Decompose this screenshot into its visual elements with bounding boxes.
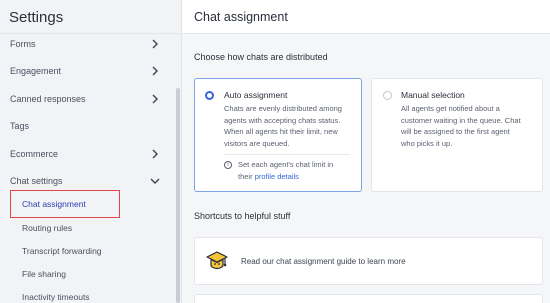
distribution-heading: Choose how chats are distributed (194, 52, 328, 62)
auto-assignment-desc-line: visitors are queued. (224, 138, 290, 148)
sidebar-item-label: Forms (10, 39, 36, 49)
chat-limit-info-line: Set each agent's chat limit in (238, 160, 334, 169)
sidebar-subitem-file-sharing[interactable]: File sharing (22, 269, 66, 279)
manual-selection-desc-line: will be assigned to the first agent (401, 127, 510, 136)
manual-selection-desc-line: customer waiting in the queue. Chat (401, 115, 521, 125)
sidebar-item-ecommerce[interactable]: Ecommerce (0, 142, 176, 166)
sidebar-item-label: Engagement (10, 66, 62, 76)
sidebar-item-tags[interactable]: Tags (0, 114, 176, 138)
graduation-cap-icon (206, 251, 228, 270)
chevron-right-icon (152, 149, 158, 159)
settings-sidebar: Settings Forms Engagement Canned respons… (0, 0, 182, 303)
manual-selection-card[interactable]: Manual selection All agents get notified… (371, 78, 543, 192)
chat-limit-info-prefix: their (238, 171, 255, 181)
chat-assignment-guide-card[interactable]: Read our chat assignment guide to learn … (194, 237, 543, 285)
page-title: Chat assignment (182, 0, 550, 34)
chat-limit-info-line2: their profile details (238, 171, 360, 183)
auto-assignment-card[interactable]: Auto assignment Chats are evenly distrib… (194, 78, 362, 192)
chevron-down-icon (150, 178, 160, 184)
auto-assignment-desc-line: When all agents hit their limit, new (224, 127, 338, 136)
sidebar-item-label: Ecommerce (10, 149, 59, 159)
next-shortcut-card[interactable] (194, 294, 543, 303)
sidebar-subitem-transcript-forwarding[interactable]: Transcript forwarding (22, 246, 102, 256)
sidebar-item-label: Chat settings (10, 176, 63, 186)
sidebar-subitem-chat-assignment[interactable]: Chat assignment (10, 190, 120, 218)
sidebar-subitem-inactivity-timeouts[interactable]: Inactivity timeouts (22, 292, 90, 302)
manual-selection-radio[interactable] (383, 91, 392, 100)
auto-assignment-desc-line: Chats are evenly distributed among (224, 104, 342, 113)
chevron-right-icon (152, 94, 158, 104)
card-divider (224, 154, 350, 155)
sidebar-item-engagement[interactable]: Engagement (0, 59, 176, 83)
chat-limit-info: Set each agent's chat limit in their pro… (238, 159, 360, 182)
manual-selection-title: Manual selection (401, 90, 465, 100)
sidebar-subitem-routing-rules[interactable]: Routing rules (22, 223, 72, 233)
manual-selection-description: All agents get notified about a customer… (401, 103, 541, 149)
chat-assignment-guide-link[interactable]: Read our chat assignment guide to learn … (241, 257, 406, 266)
profile-details-link[interactable]: profile details (255, 172, 299, 181)
manual-selection-desc-line: All agents get notified about a (401, 104, 500, 113)
sidebar-item-label: Tags (10, 121, 30, 131)
chevron-right-icon (152, 66, 158, 76)
auto-assignment-desc-line: agents with accepting chats status. (224, 115, 341, 125)
sidebar-item-forms[interactable]: Forms (0, 32, 176, 56)
sidebar-subitem-label: Chat assignment (22, 199, 86, 209)
auto-assignment-radio[interactable] (205, 91, 214, 100)
sidebar-item-label: Canned responses (10, 94, 86, 104)
sidebar-scrollbar[interactable] (176, 88, 180, 303)
shortcuts-heading: Shortcuts to helpful stuff (194, 211, 291, 221)
main-content: Chat assignment Choose how chats are dis… (182, 0, 550, 303)
manual-selection-desc-line: who picks it up. (401, 138, 453, 148)
auto-assignment-title: Auto assignment (224, 90, 288, 100)
sidebar-title: Settings (0, 0, 181, 34)
sidebar-item-canned-responses[interactable]: Canned responses (0, 87, 176, 111)
auto-assignment-description: Chats are evenly distributed among agent… (224, 103, 360, 149)
info-icon: i (224, 161, 232, 169)
chevron-right-icon (152, 39, 158, 49)
